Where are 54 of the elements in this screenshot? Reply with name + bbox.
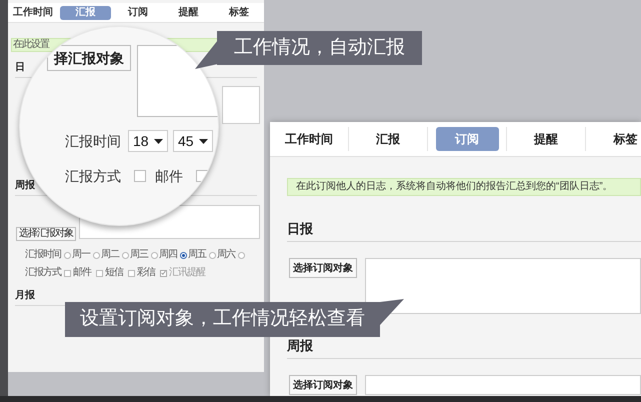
radio-label: 周六	[217, 250, 235, 260]
section-heading: 周报	[15, 180, 36, 192]
radio-button[interactable]	[64, 252, 71, 258]
radio-button[interactable]	[180, 252, 187, 258]
dropdown[interactable]: 18	[128, 130, 168, 152]
tab[interactable]: 提醒	[163, 6, 214, 20]
notice-text: 在此订阅他人的日志，系统将自动将他们的报告汇总到您的“团队日志”。	[296, 182, 613, 192]
section-heading: 日报	[287, 221, 314, 237]
checkbox[interactable]	[128, 270, 135, 276]
tab[interactable]: 工作时间	[278, 127, 340, 151]
radio-label: 周五	[188, 250, 206, 260]
select-button[interactable]: 选择汇报对象	[16, 227, 76, 241]
checkbox-label: 邮件	[73, 268, 91, 278]
radio-button[interactable]	[151, 252, 158, 258]
select-button[interactable]: 选择订阅对象	[289, 258, 357, 278]
tab[interactable]: 提醒	[514, 127, 578, 151]
field-label: 汇报方式	[25, 268, 61, 278]
field-label: 汇报时间	[25, 250, 61, 260]
tab[interactable]: 标签	[594, 127, 641, 151]
caret-icon	[199, 138, 208, 144]
radio-button[interactable]	[238, 252, 245, 258]
select-button[interactable]: 选择订阅对象	[289, 375, 357, 395]
checkbox-label: 汇讯提醒	[169, 268, 205, 278]
text-area[interactable]	[365, 258, 641, 314]
checkbox-label: 彩信	[137, 268, 155, 278]
radio-label: 周三	[130, 250, 148, 260]
caret-icon	[154, 138, 163, 144]
radio-button[interactable]	[122, 252, 129, 258]
callout-text: 工作情况，自动汇报	[234, 36, 405, 60]
radio-label: 周一	[72, 250, 90, 260]
dropdown-value: 45	[178, 132, 194, 150]
checkbox[interactable]	[134, 170, 146, 182]
section-heading: 月报	[15, 290, 36, 302]
checkbox-label: 邮件	[155, 166, 183, 186]
checkbox[interactable]	[160, 270, 167, 276]
notice-text: 在此设置	[13, 40, 49, 50]
field-label: 汇报方式	[65, 166, 121, 186]
radio-label: 周二	[101, 250, 119, 260]
radio-button[interactable]	[93, 252, 100, 258]
radio-button[interactable]	[209, 252, 216, 258]
radio-label: 周四	[159, 250, 177, 260]
tab[interactable]: 订阅	[112, 6, 164, 20]
tab[interactable]: 工作时间	[8, 6, 58, 20]
checkbox[interactable]	[64, 270, 71, 276]
dropdown-value: 18	[133, 132, 149, 150]
section-heading: 周报	[287, 338, 314, 354]
field-label: 汇报时间	[65, 132, 121, 150]
checkbox[interactable]	[96, 270, 103, 276]
callout-text: 设置订阅对象，工作情况轻松查看	[80, 307, 365, 332]
tab[interactable]: 标签	[214, 6, 264, 20]
dropdown[interactable]: 45	[173, 130, 213, 152]
section-heading: 日	[15, 62, 26, 74]
checkbox-label: 短信	[105, 268, 123, 278]
tab[interactable]: 汇报	[356, 127, 420, 151]
